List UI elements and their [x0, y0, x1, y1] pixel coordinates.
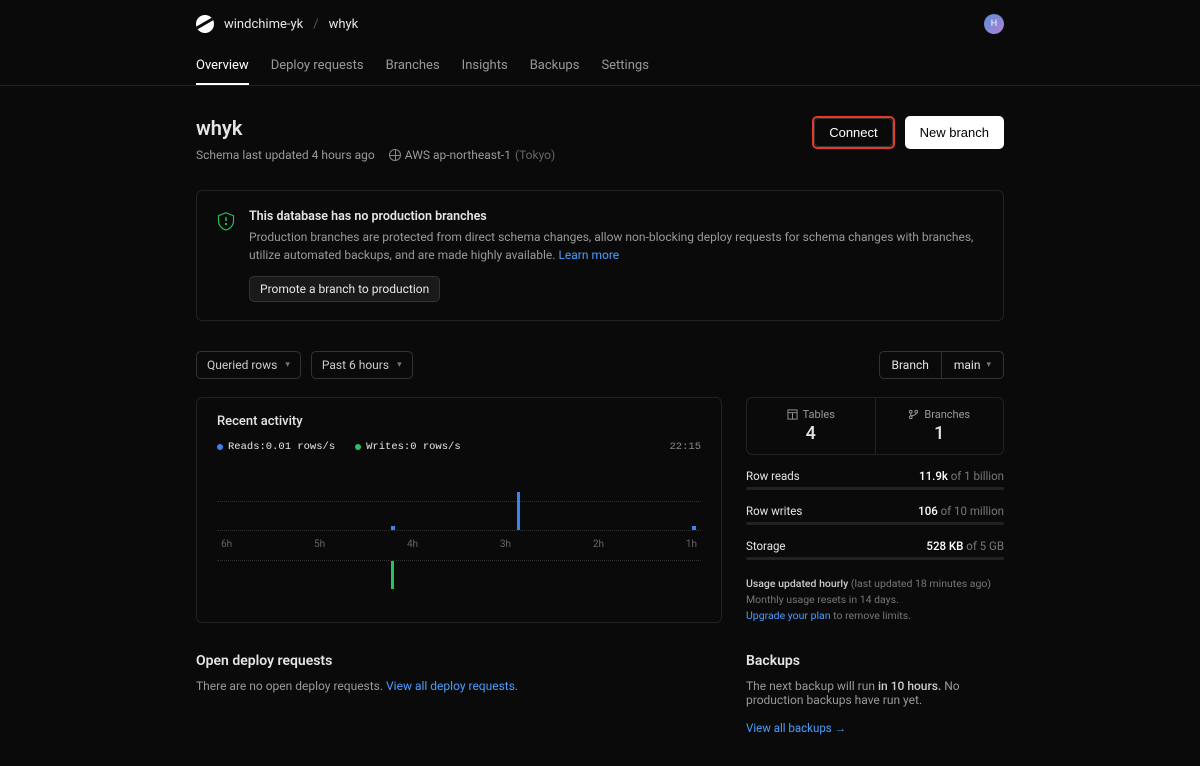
chevron-down-icon: ▾	[986, 360, 991, 370]
region: AWS ap-northeast-1 (Tokyo)	[389, 148, 555, 162]
dot-icon	[355, 444, 361, 450]
nav-tabs: Overview Deploy requests Branches Insigh…	[196, 48, 1004, 85]
avatar[interactable]: H	[984, 14, 1004, 34]
branch-label: Branch	[880, 352, 942, 378]
deploy-body: There are no open deploy requests.	[196, 679, 383, 693]
row-reads-label: Row reads	[746, 469, 800, 483]
connect-highlight: Connect	[812, 116, 894, 149]
row-reads-bar	[746, 487, 1004, 490]
logo-icon[interactable]	[196, 15, 214, 33]
window-select[interactable]: Past 6 hours▾	[311, 351, 413, 379]
shield-icon	[217, 211, 235, 231]
row-reads-value: 11.9k	[919, 469, 948, 483]
chart-writes	[217, 560, 701, 605]
usage-note-suffix: (last updated 18 minutes ago)	[851, 577, 991, 590]
row-writes-bar	[746, 522, 1004, 525]
tab-branches[interactable]: Branches	[386, 48, 440, 85]
usage-reset: Monthly usage resets in 14 days.	[746, 593, 899, 606]
row-writes-value: 106	[918, 504, 938, 518]
chart-timestamp: 22:15	[669, 441, 701, 453]
chevron-down-icon: ▾	[285, 360, 290, 370]
learn-more-link[interactable]: Learn more	[558, 248, 619, 262]
tab-overview[interactable]: Overview	[196, 48, 249, 85]
backups-heading: Backups	[746, 653, 1004, 669]
table-icon	[787, 409, 798, 420]
connect-button[interactable]: Connect	[814, 118, 892, 147]
chart-reads	[217, 471, 701, 531]
storage-value: 528 KB	[926, 539, 963, 553]
no-production-notice: This database has no production branches…	[196, 190, 1004, 321]
storage-bar	[746, 557, 1004, 560]
tab-settings[interactable]: Settings	[601, 48, 648, 85]
chart-title: Recent activity	[217, 414, 701, 429]
promote-button[interactable]: Promote a branch to production	[249, 276, 440, 302]
deploy-heading: Open deploy requests	[196, 653, 722, 669]
schema-updated: Schema last updated 4 hours ago	[196, 148, 375, 162]
tab-deploy-requests[interactable]: Deploy requests	[271, 48, 364, 85]
notice-title: This database has no production branches	[249, 209, 983, 224]
metric-select[interactable]: Queried rows▾	[196, 351, 301, 379]
breadcrumb-org[interactable]: windchime-yk	[224, 17, 303, 32]
page-title: whyk	[196, 116, 555, 140]
chevron-down-icon: ▾	[397, 360, 402, 370]
tab-insights[interactable]: Insights	[462, 48, 508, 85]
globe-icon	[389, 149, 401, 161]
region-name: AWS ap-northeast-1	[405, 148, 511, 162]
upgrade-link[interactable]: Upgrade your plan	[746, 609, 831, 622]
breadcrumb: windchime-yk / whyk	[196, 15, 358, 33]
legend-reads: Reads:0.01 rows/s	[217, 441, 335, 453]
branch-select[interactable]: main▾	[942, 352, 1003, 378]
stat-tables[interactable]: Tables 4	[747, 398, 876, 454]
view-deploy-link[interactable]: View all deploy requests.	[386, 679, 518, 693]
stat-branches-value: 1	[888, 423, 992, 444]
storage-label: Storage	[746, 539, 786, 553]
chart-axis: 6h 5h 4h 3h 2h 1h	[217, 539, 701, 550]
view-backups-link[interactable]: View all backups →	[746, 721, 846, 735]
stat-tables-value: 4	[759, 423, 863, 444]
backups-body-prefix: The next backup will run	[746, 679, 875, 693]
branch-icon	[908, 409, 919, 420]
activity-chart: Recent activity Reads:0.01 rows/s Writes…	[196, 397, 722, 623]
breadcrumb-separator: /	[313, 17, 318, 32]
usage-note-prefix: Usage updated hourly	[746, 577, 848, 590]
dot-icon	[217, 444, 223, 450]
new-branch-button[interactable]: New branch	[905, 116, 1004, 149]
tab-backups[interactable]: Backups	[530, 48, 580, 85]
legend-writes: Writes:0 rows/s	[355, 441, 461, 453]
breadcrumb-db[interactable]: whyk	[329, 17, 359, 32]
stat-branches[interactable]: Branches 1	[876, 398, 1004, 454]
region-location: (Tokyo)	[515, 148, 555, 162]
backups-body-bold: in 10 hours.	[878, 679, 941, 693]
upgrade-suffix: to remove limits.	[833, 609, 911, 622]
row-writes-label: Row writes	[746, 504, 802, 518]
